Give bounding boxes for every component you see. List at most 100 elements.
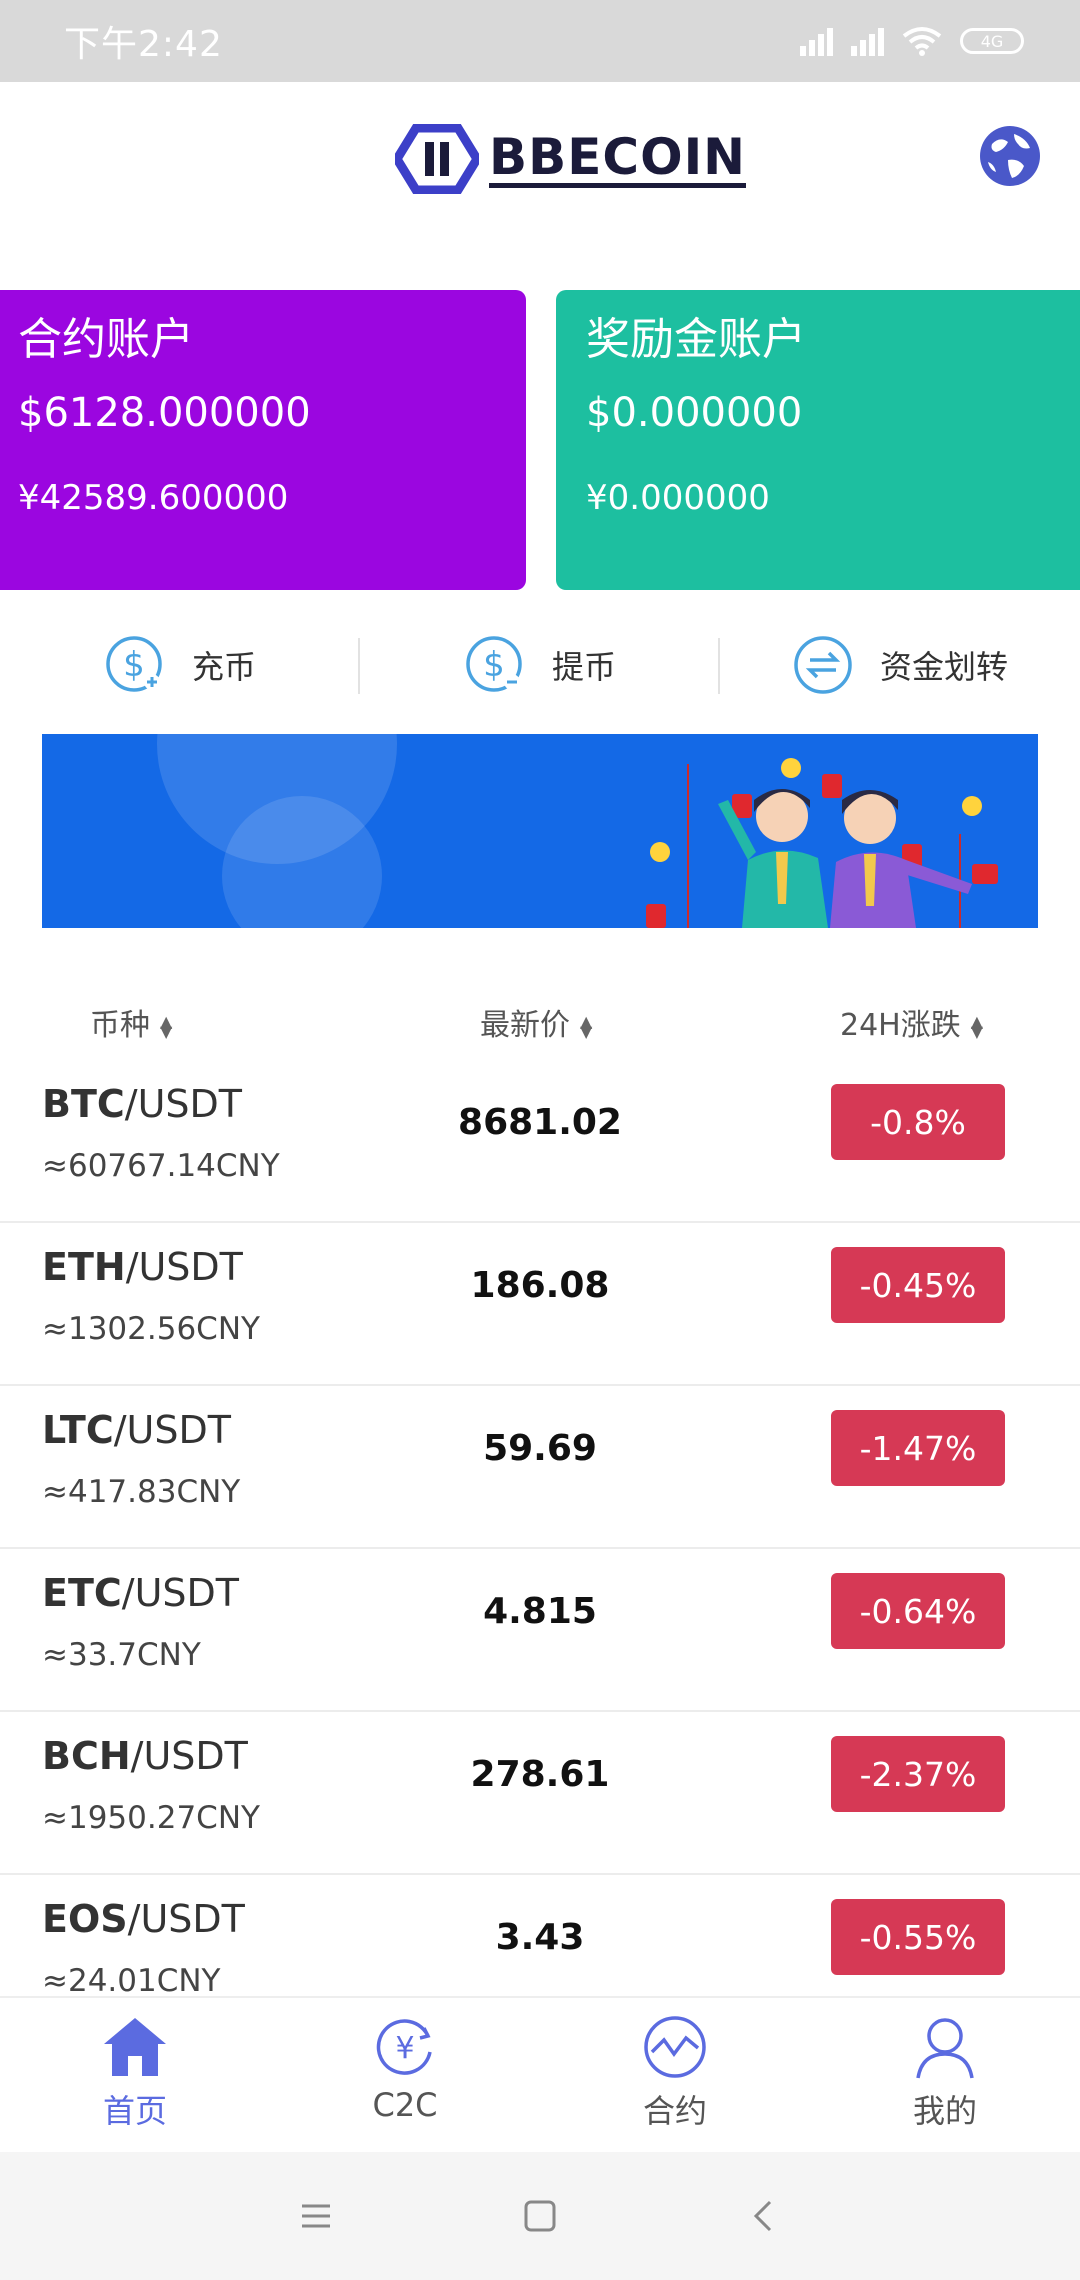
tab-label: C2C xyxy=(372,2086,438,2124)
tab-label: 首页 xyxy=(102,2092,167,2130)
status-icons: 4G xyxy=(800,26,1024,56)
system-nav-bar xyxy=(0,2152,1080,2280)
signal-2-icon xyxy=(851,26,884,56)
tab-profile[interactable]: 我的 xyxy=(810,1998,1080,2152)
app-header: BBECOIN xyxy=(0,82,1080,282)
price-column-header: 最新价 xyxy=(480,1008,570,1043)
cny-value: ≈33.7CNY xyxy=(42,1637,201,1673)
c2c-yuan-icon: ¥ xyxy=(376,2019,432,2075)
withdraw-label: 提币 xyxy=(551,648,616,686)
wifi-icon xyxy=(902,27,942,56)
market-row-bch[interactable]: BCH/USDT ≈1950.27CNY 278.61 -2.37% xyxy=(0,1712,1080,1875)
account-usd-balance: $6128.000000 xyxy=(18,390,311,436)
market-row-etc[interactable]: ETC/USDT ≈33.7CNY 4.815 -0.64% xyxy=(0,1549,1080,1712)
signal-1-icon xyxy=(800,26,833,56)
quick-actions: $ 充币 $ 提币 资金划转 xyxy=(0,620,1080,710)
cny-value: ≈417.83CNY xyxy=(42,1474,241,1510)
latest-price: 4.815 xyxy=(483,1591,597,1632)
transfer-label: 资金划转 xyxy=(879,648,1008,686)
tab-c2c[interactable]: ¥ C2C xyxy=(270,1998,540,2152)
cny-value: ≈1302.56CNY xyxy=(42,1311,260,1347)
contract-chart-icon xyxy=(644,2016,706,2078)
account-title: 合约账户 xyxy=(18,314,194,365)
market-row-eth[interactable]: ETH/USDT ≈1302.56CNY 186.08 -0.45% xyxy=(0,1223,1080,1386)
pair-name: ETC/USDT xyxy=(42,1571,239,1615)
change-badge: -0.64% xyxy=(831,1573,1005,1649)
tab-home[interactable]: 首页 xyxy=(0,1998,270,2152)
withdraw-button[interactable]: $ 提币 xyxy=(360,620,720,710)
pair-name: ETH/USDT xyxy=(42,1245,243,1289)
account-title: 奖励金账户 xyxy=(586,314,806,365)
change-badge: -0.45% xyxy=(831,1247,1005,1323)
bottom-nav: 首页 ¥ C2C 合约 我的 xyxy=(0,1996,1080,2152)
home-square-icon[interactable] xyxy=(518,2194,562,2238)
sort-by-coin[interactable]: 币种 ▲ ▼ xyxy=(90,1000,172,1044)
deposit-dollar-icon: $ xyxy=(106,636,162,692)
account-cny-balance: ¥42589.600000 xyxy=(18,478,289,518)
quote-symbol: /USDT xyxy=(127,1897,245,1941)
menu-icon[interactable] xyxy=(294,2194,338,2238)
account-cny-balance: ¥0.000000 xyxy=(586,478,770,518)
quote-symbol: /USDT xyxy=(113,1408,231,1452)
quote-symbol: /USDT xyxy=(130,1734,248,1778)
pair-name: BTC/USDT xyxy=(42,1082,242,1126)
contract-account-card[interactable]: 合约账户 $6128.000000 ¥42589.600000 xyxy=(0,290,526,590)
base-symbol: BCH xyxy=(42,1734,131,1778)
market-row-btc[interactable]: BTC/USDT ≈60767.14CNY 8681.02 -0.8% xyxy=(0,1060,1080,1223)
transfer-button[interactable]: 资金划转 xyxy=(720,620,1080,710)
cny-value: ≈24.01CNY xyxy=(42,1963,221,1996)
brand-name: BBECOIN xyxy=(489,127,747,188)
status-bar: 下午2:42 4G xyxy=(0,0,1080,82)
latest-price: 59.69 xyxy=(483,1428,597,1469)
pair-name: LTC/USDT xyxy=(42,1408,231,1452)
status-time: 下午2:42 xyxy=(64,24,223,65)
latest-price: 8681.02 xyxy=(458,1102,622,1143)
change-badge: -0.55% xyxy=(831,1899,1005,1975)
quote-symbol: /USDT xyxy=(125,1245,243,1289)
transfer-icon xyxy=(794,636,852,694)
market-list: BTC/USDT ≈60767.14CNY 8681.02 -0.8% ETH/… xyxy=(0,1060,1080,1996)
change-column-header: 24H涨跌 xyxy=(840,1008,961,1043)
market-row-ltc[interactable]: LTC/USDT ≈417.83CNY 59.69 -1.47% xyxy=(0,1386,1080,1549)
svg-text:$: $ xyxy=(123,645,145,685)
quote-symbol: /USDT xyxy=(124,1082,242,1126)
base-symbol: EOS xyxy=(42,1897,128,1941)
pair-name: BCH/USDT xyxy=(42,1734,248,1778)
sort-by-change[interactable]: 24H涨跌 ▲ ▼ xyxy=(840,1000,983,1044)
quote-symbol: /USDT xyxy=(121,1571,239,1615)
latest-price: 278.61 xyxy=(470,1754,610,1795)
deposit-label: 充币 xyxy=(191,648,256,686)
cny-value: ≈60767.14CNY xyxy=(42,1148,280,1184)
change-badge: -2.37% xyxy=(831,1736,1005,1812)
deposit-button[interactable]: $ 充币 xyxy=(0,620,360,710)
home-icon xyxy=(104,2018,166,2076)
language-globe-icon[interactable] xyxy=(978,124,1042,188)
tab-label: 合约 xyxy=(642,2092,707,2130)
banner-illustration xyxy=(646,758,998,928)
sort-by-price[interactable]: 最新价 ▲ ▼ xyxy=(480,1000,592,1044)
coin-column-header: 币种 xyxy=(90,1008,150,1043)
base-symbol: ETH xyxy=(42,1245,126,1289)
latest-price: 186.08 xyxy=(470,1265,610,1306)
market-table-header: 币种 ▲ ▼ 最新价 ▲ ▼ 24H涨跌 ▲ ▼ xyxy=(0,990,1080,1050)
back-icon[interactable] xyxy=(742,2194,786,2238)
tab-label: 我的 xyxy=(912,2092,977,2130)
svg-text:$: $ xyxy=(483,645,505,685)
base-symbol: BTC xyxy=(42,1082,125,1126)
account-usd-balance: $0.000000 xyxy=(586,390,803,436)
network-label: 4G xyxy=(980,31,1004,51)
base-symbol: LTC xyxy=(42,1408,114,1452)
latest-price: 3.43 xyxy=(495,1917,585,1958)
market-row-eos[interactable]: EOS/USDT ≈24.01CNY 3.43 -0.55% xyxy=(0,1875,1080,1996)
profile-icon xyxy=(916,2018,974,2079)
bonus-account-card[interactable]: 奖励金账户 $0.000000 ¥0.000000 xyxy=(556,290,1080,590)
brand-logo[interactable]: BBECOIN xyxy=(395,124,747,194)
sort-arrows-icon: ▲ ▼ xyxy=(970,1011,984,1041)
tab-contract[interactable]: 合约 xyxy=(540,1998,810,2152)
cny-value: ≈1950.27CNY xyxy=(42,1800,260,1836)
change-badge: -0.8% xyxy=(831,1084,1005,1160)
promo-banner[interactable] xyxy=(42,734,1038,928)
sort-arrows-icon: ▲ ▼ xyxy=(580,1011,593,1041)
battery-icon: 4G xyxy=(960,28,1024,54)
pair-name: EOS/USDT xyxy=(42,1897,245,1941)
